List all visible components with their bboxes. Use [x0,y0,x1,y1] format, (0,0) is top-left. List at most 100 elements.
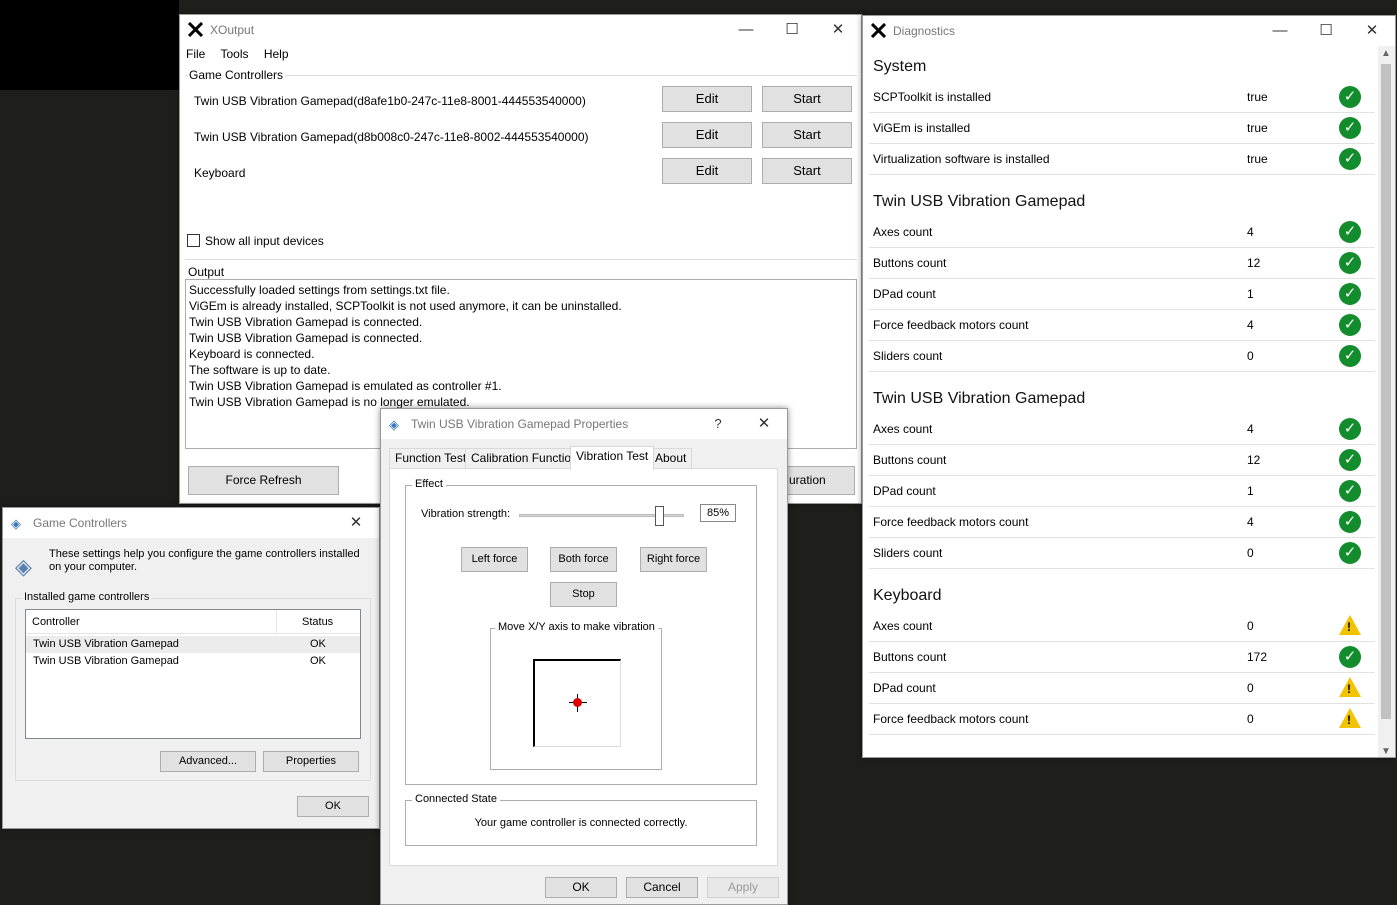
diagnostic-value: 4 [1247,515,1254,529]
diagnostic-value: 4 [1247,422,1254,436]
diagnostic-row: Axes count 4 ✓ [869,414,1375,445]
right-force-button[interactable]: Right force [640,547,707,572]
warning-icon: ! [1339,615,1361,637]
connected-state-group: Connected State Your game controller is … [405,793,757,846]
scroll-up-icon[interactable]: ▲ [1381,48,1391,59]
log-line: Twin USB Vibration Gamepad is connected. [189,315,423,329]
menu-file[interactable]: File [186,47,205,61]
gamepad-icon: ◈ [11,516,21,531]
diagnostic-row: DPad count 0! [869,673,1375,704]
diagnostic-row: Force feedback motors count 4 ✓ [869,310,1375,341]
stop-button[interactable]: Stop [550,582,617,607]
diagnostic-row: Axes count 0! [869,611,1375,642]
item-name: Twin USB Vibration Gamepad [33,638,179,650]
log-line: Keyboard is connected. [189,347,315,361]
title-bar[interactable]: ◈ Twin USB Vibration Gamepad Properties … [381,409,787,439]
maximize-icon[interactable]: ☐ [769,17,815,43]
close-icon[interactable]: ✕ [333,510,379,536]
gamepad-properties-window: ◈ Twin USB Vibration Gamepad Properties … [380,408,788,905]
diagnostic-label: Buttons count [873,650,947,664]
scrollbar[interactable]: ▲ ▼ [1378,46,1395,757]
diagnostic-value: 1 [1247,287,1254,301]
configuration-button[interactable]: uration [780,466,855,495]
tab-function-test[interactable]: Function Test [389,448,473,468]
diagnostic-value: 0 [1247,546,1254,560]
col-controller[interactable]: Controller [32,616,80,628]
scroll-down-icon[interactable]: ▼ [1381,746,1391,757]
log-line: Twin USB Vibration Gamepad is connected. [189,331,423,345]
close-icon[interactable]: ✕ [815,17,861,43]
diagnostic-value: 4 [1247,225,1254,239]
gamepad-icon: ◈ [15,554,32,579]
advanced-button[interactable]: Advanced... [160,751,256,772]
diagnostic-label: Sliders count [873,546,943,560]
show-all-label: Show all input devices [205,234,324,248]
diagnostic-value: 0 [1247,619,1254,633]
group-label: Move X/Y axis to make vibration [495,621,658,633]
log-line: ViGEm is already installed, SCPToolkit i… [189,299,622,313]
diagnostic-row: DPad count 1 ✓ [869,476,1375,507]
item-status: OK [310,638,326,650]
diagnostic-row: Sliders count 0 ✓ [869,538,1375,569]
scroll-thumb[interactable] [1381,64,1391,719]
diagnostic-label: SCPToolkit is installed [873,90,992,104]
section-title: Twin USB Vibration Gamepad [873,390,1086,407]
check-ok-icon: ✓ [1339,480,1361,502]
diagnostic-value: 12 [1247,256,1261,270]
ok-button[interactable]: OK [297,796,369,817]
maximize-icon[interactable]: ☐ [1303,18,1349,44]
menu-tools[interactable]: Tools [220,47,248,61]
output-label: Output [188,265,225,279]
ok-button[interactable]: OK [545,877,617,898]
check-ok-icon: ✓ [1339,345,1361,367]
strength-label: Vibration strength: [421,508,511,520]
apply-button[interactable]: Apply [707,877,779,898]
strength-slider[interactable] [519,506,684,526]
controllers-list[interactable]: Controller Status Twin USB Vibration Gam… [25,609,361,739]
left-force-button[interactable]: Left force [461,547,528,572]
tab-vibration-test[interactable]: Vibration Test [570,446,655,470]
window-title: XOutput [210,23,255,37]
crosshair-icon [569,694,587,712]
warning-icon: ! [1339,677,1361,699]
diagnostic-value: 4 [1247,318,1254,332]
diagnostic-value: 0 [1247,349,1254,363]
list-item[interactable]: Twin USB Vibration Gamepad OK [26,636,360,653]
title-bar[interactable]: ◈ Game Controllers ✕ [3,508,379,538]
diagnostic-label: Buttons count [873,256,947,270]
xy-pad[interactable] [533,659,621,747]
menu-help[interactable]: Help [264,47,289,61]
properties-button[interactable]: Properties [263,751,359,772]
close-icon[interactable]: ✕ [1349,18,1395,44]
start-button[interactable]: Start [762,86,852,112]
col-status[interactable]: Status [302,616,333,628]
edit-button[interactable]: Edit [662,86,752,112]
minimize-icon[interactable]: — [723,17,769,43]
diagnostic-row: Buttons count 12 ✓ [869,248,1375,279]
diagnostic-label: Sliders count [873,349,943,363]
title-bar[interactable]: Diagnostics — ☐ ✕ [863,16,1395,46]
close-icon[interactable]: ✕ [741,411,787,437]
edit-button[interactable]: Edit [662,122,752,148]
diagnostic-row: Buttons count 12 ✓ [869,445,1375,476]
help-icon[interactable]: ? [695,411,741,437]
start-button[interactable]: Start [762,158,852,184]
force-refresh-button[interactable]: Force Refresh [188,466,339,495]
slider-thumb[interactable] [655,506,664,526]
diagnostic-value: true [1247,152,1268,166]
start-button[interactable]: Start [762,122,852,148]
cancel-button[interactable]: Cancel [626,877,698,898]
edit-button[interactable]: Edit [662,158,752,184]
group-label: Effect [412,478,446,490]
xoutput-logo-icon [188,22,203,37]
check-ok-icon: ✓ [1339,511,1361,533]
warning-icon: ! [1339,708,1361,730]
diagnostic-label: Virtualization software is installed [873,152,1050,166]
tab-calibration-function[interactable]: Calibration Function [465,448,584,468]
both-force-button[interactable]: Both force [550,547,617,572]
minimize-icon[interactable]: — [1257,18,1303,44]
title-bar[interactable]: XOutput — ☐ ✕ [180,15,861,45]
tab-about[interactable]: About [649,448,693,468]
show-all-checkbox[interactable] [187,234,200,247]
list-item[interactable]: Twin USB Vibration Gamepad OK [26,653,360,670]
